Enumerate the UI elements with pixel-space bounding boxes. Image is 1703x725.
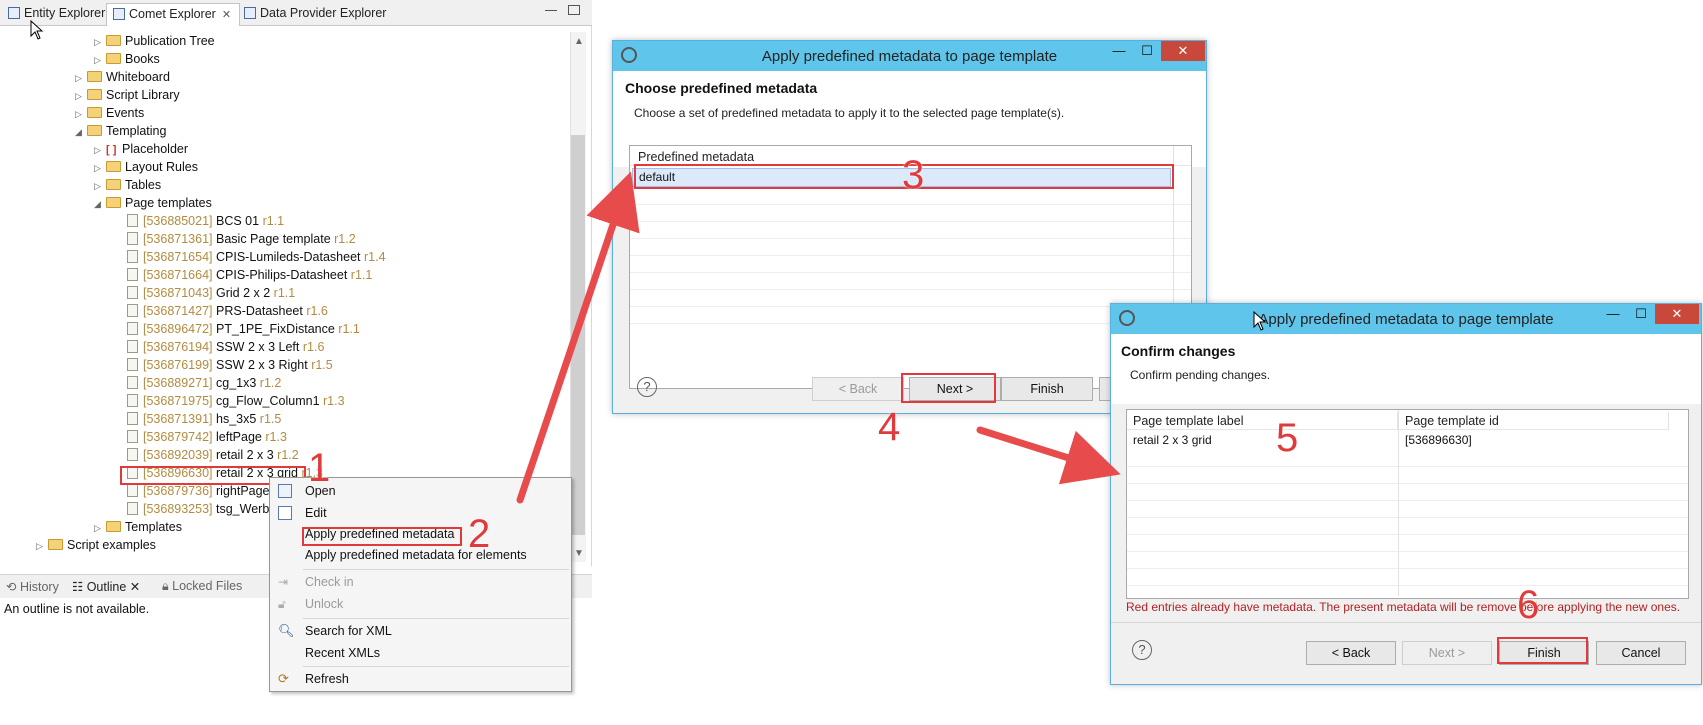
annotation-number-2: 2	[468, 512, 491, 556]
arrow-to-dialog1	[516, 171, 640, 504]
arrow-to-dialog2	[976, 426, 1121, 485]
annotation-number-3: 3	[902, 153, 925, 197]
annotation-number-5: 5	[1276, 416, 1299, 460]
annotation-number-6: 6	[1517, 583, 1540, 627]
annotation-number-4: 4	[878, 405, 901, 449]
annotation-number-1: 1	[308, 446, 331, 490]
annotation-arrows	[516, 171, 1121, 504]
